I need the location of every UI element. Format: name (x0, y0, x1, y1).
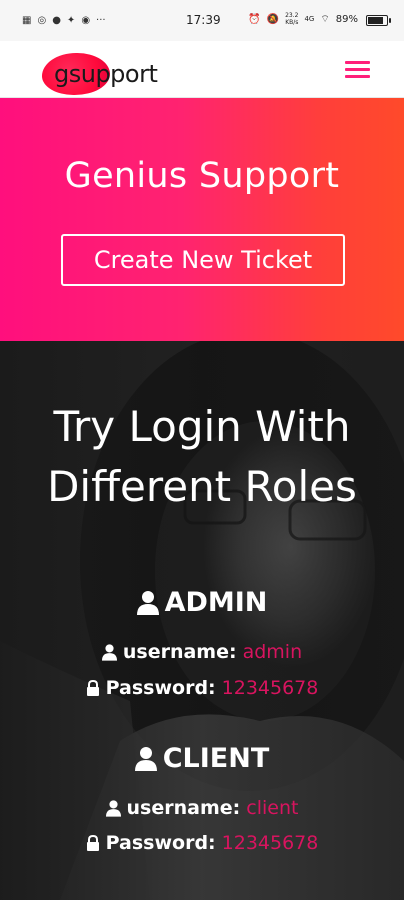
create-new-ticket-button[interactable]: Create New Ticket (61, 234, 345, 286)
role-heading-client: CLIENT (0, 743, 404, 774)
battery-text: 89% (335, 13, 358, 25)
admin-username-line: username: admin (0, 641, 404, 663)
system-indicators: ⏰ 🔕 23.2 KB/s 4G ⌔ 89% (248, 12, 358, 26)
gsupport-logo[interactable]: gsupport (40, 50, 170, 95)
admin-username-value: admin (242, 641, 303, 663)
client-username-value: client (246, 797, 299, 819)
wifi-icon: ⌔ (320, 13, 330, 25)
role-heading-admin: ADMIN (0, 587, 404, 618)
admin-password-line: Password: 12345678 (0, 677, 404, 699)
network-type: 4G (304, 15, 315, 23)
user-icon (134, 746, 157, 771)
lock-icon (86, 680, 99, 696)
alarm-icon: ⏰ (248, 13, 261, 25)
status-bar: ▦ ◎ ● ✦ ◉ ··· 17:39 ⏰ 🔕 23.2 KB/s 4G ⌔ 8… (0, 0, 404, 41)
login-roles-section: Try Login With Different Roles ADMIN use… (0, 341, 404, 900)
mute-icon: 🔕 (266, 13, 280, 25)
roles-title: Try Login With Different Roles (47, 402, 357, 511)
hamburger-menu-icon[interactable] (345, 61, 370, 79)
message-icon: ● (52, 15, 61, 26)
client-password-line: Password: 12345678 (0, 832, 404, 854)
admin-password-value: 12345678 (221, 677, 319, 699)
user-icon (101, 643, 117, 661)
grid-icon: ▦ (22, 15, 32, 26)
whatsapp-icon: ◎ (37, 15, 47, 26)
user-icon (136, 590, 159, 615)
more-icon: ··· (96, 15, 106, 26)
user-icon (105, 799, 121, 817)
hero-banner: Genius Support Create New Ticket (0, 98, 404, 341)
client-username-line: username: client (0, 797, 404, 819)
network-speed: 23.2 KB/s (285, 12, 299, 26)
twitter-icon: ✦ (66, 15, 76, 26)
clock: 17:39 (186, 13, 221, 27)
lock-icon (86, 835, 99, 851)
location-icon: ◉ (81, 15, 91, 26)
top-navbar: gsupport (0, 41, 404, 98)
notification-icons: ▦ ◎ ● ✦ ◉ ··· (22, 15, 162, 26)
client-password-value: 12345678 (221, 832, 319, 854)
battery-icon (366, 15, 391, 26)
logo-text: gsupport (54, 60, 158, 88)
hero-title: Genius Support (64, 156, 340, 196)
